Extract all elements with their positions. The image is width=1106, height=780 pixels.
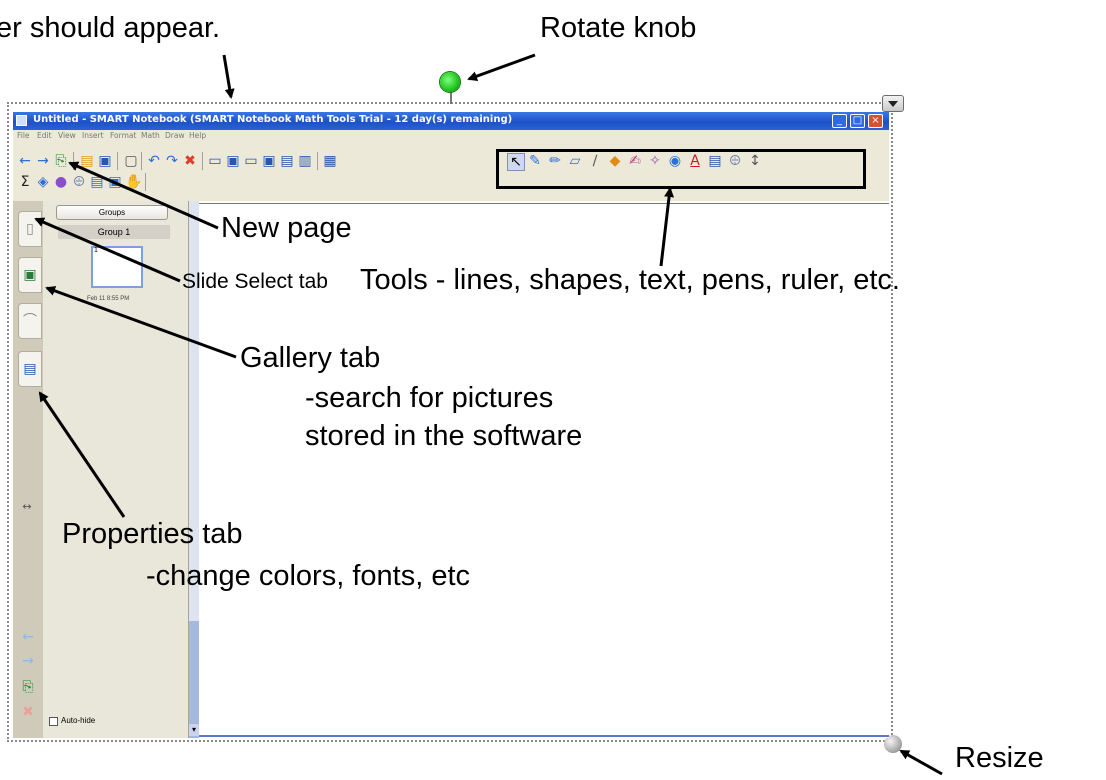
callout-gallery-tab: Gallery tab <box>240 342 381 374</box>
callout-slide-select-tab: Slide Select tab <box>182 270 328 293</box>
arrow-new-page <box>68 161 219 230</box>
callout-rotate-knob: Rotate knob <box>540 12 697 44</box>
callout-gallery-desc-2: stored in the software <box>305 420 583 452</box>
callout-gallery-desc-1: -search for pictures <box>305 382 554 414</box>
callout-top-cut: er should appear. <box>0 12 221 44</box>
callout-properties-tab: Properties tab <box>62 518 243 550</box>
callout-tools: Tools - lines, shapes, text, pens, ruler… <box>360 264 900 296</box>
arrow-rotate-knob <box>467 53 536 81</box>
callout-properties-desc: -change colors, fonts, etc <box>146 560 470 592</box>
callout-new-page: New page <box>221 212 352 244</box>
arrow-tools <box>659 187 675 267</box>
callout-resize: Resize <box>955 742 1044 774</box>
arrow-slide-select <box>34 217 181 283</box>
arrow-resize <box>899 749 943 776</box>
arrow-gallery <box>45 286 237 359</box>
arrow-properties <box>38 391 126 518</box>
arrow-top-cut <box>222 54 235 99</box>
